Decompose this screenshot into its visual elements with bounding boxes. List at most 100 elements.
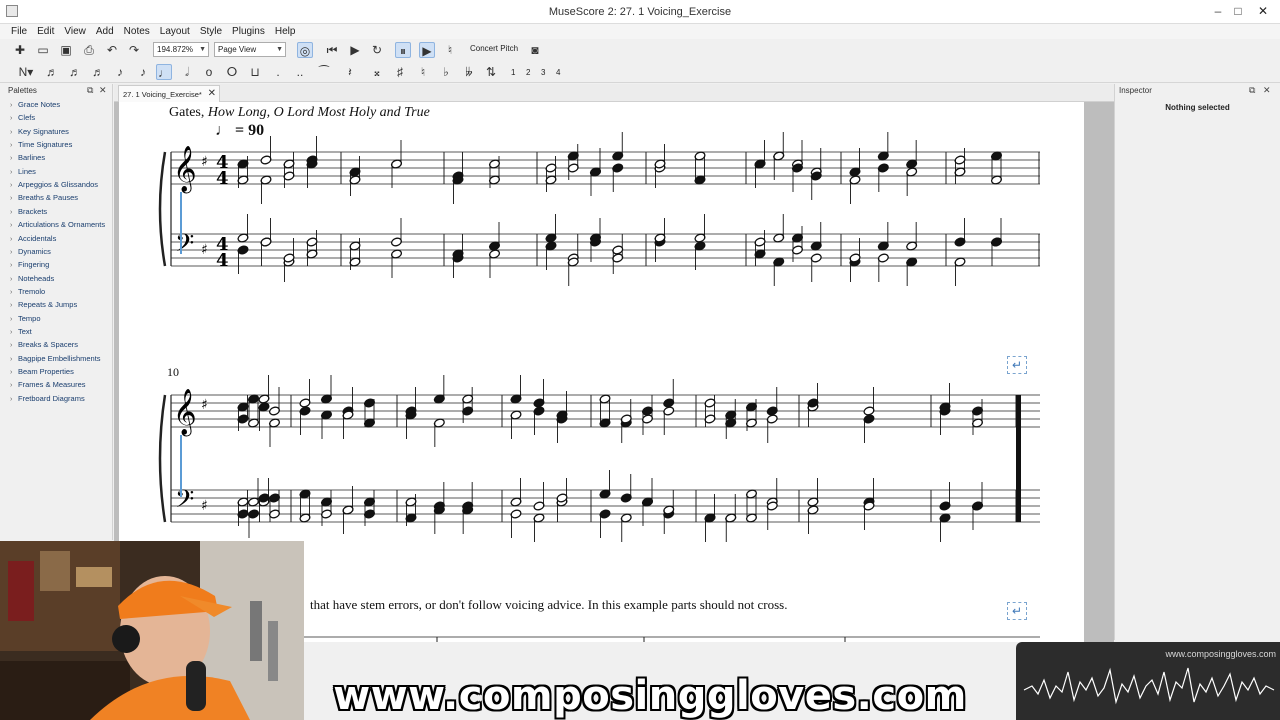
- palette-item-grace-notes[interactable]: › Grace Notes: [10, 100, 60, 109]
- undo-icon[interactable]: ↶: [104, 42, 120, 58]
- palette-item-tempo[interactable]: › Tempo: [10, 314, 41, 323]
- voice-2-button[interactable]: 2: [526, 68, 530, 77]
- palette-item-barlines[interactable]: › Barlines: [10, 153, 45, 162]
- tie-icon[interactable]: ⁀: [316, 64, 332, 80]
- 16th-note-icon[interactable]: ♬: [90, 64, 106, 80]
- palette-item-time-signatures[interactable]: › Time Signatures: [10, 140, 72, 149]
- palette-item-articulations-ornaments[interactable]: › Articulations & Ornaments: [10, 220, 105, 229]
- view-mode-select[interactable]: Page View ▼: [214, 42, 286, 57]
- natural-icon[interactable]: ♮: [415, 64, 431, 80]
- pan-score-icon[interactable]: ▶: [419, 42, 435, 58]
- palette-item-fretboard-diagrams[interactable]: › Fretboard Diagrams: [10, 394, 85, 403]
- palette-item-noteheads[interactable]: › Noteheads: [10, 274, 54, 283]
- eighth-alt-note-icon[interactable]: ♪: [135, 64, 151, 80]
- menu-notes[interactable]: Notes: [119, 26, 155, 37]
- quarter-note-icon[interactable]: ♩: [156, 64, 172, 80]
- system-2-key-sig: ♯: [201, 397, 208, 413]
- menu-plugins[interactable]: Plugins: [227, 26, 270, 37]
- 32nd-note-icon[interactable]: ♬: [67, 64, 83, 80]
- redo-icon[interactable]: ↷: [126, 42, 142, 58]
- longa-note-icon[interactable]: ⊔: [247, 64, 263, 80]
- mixer-icon[interactable]: ♮: [442, 42, 458, 58]
- playback-cursor-icon[interactable]: ◎: [297, 42, 313, 58]
- close-tab-icon[interactable]: ✕: [208, 88, 216, 99]
- float-panel-icon[interactable]: ⧉: [87, 85, 93, 96]
- new-score-icon[interactable]: ✚: [12, 42, 28, 58]
- flat-icon[interactable]: ♭: [438, 64, 454, 80]
- score-tab[interactable]: 27. 1 Voicing_Exercise* ✕: [118, 85, 220, 102]
- close-window-button[interactable]: ✕: [1250, 3, 1276, 19]
- palette-item-clefs[interactable]: › Clefs: [10, 113, 35, 122]
- line-break-icon-2[interactable]: ↵: [1007, 602, 1027, 620]
- menu-view[interactable]: View: [59, 26, 91, 37]
- palette-item-brackets[interactable]: › Brackets: [10, 207, 47, 216]
- open-file-icon[interactable]: ▭: [35, 42, 51, 58]
- chevron-right-icon: ›: [10, 208, 13, 216]
- file-toolbar: ✚ ▭ ▣ ⎙ ↶ ↷ 194.872% ▼ Page View ▼ ◎ ⏮ ▶ ↻…: [0, 39, 1280, 61]
- palette-item-label: Lines: [18, 166, 36, 176]
- whole-note-icon[interactable]: o: [201, 64, 217, 80]
- flip-direction-icon[interactable]: ⇅: [483, 64, 499, 80]
- close-panel-icon[interactable]: ✕: [1263, 85, 1271, 96]
- palette-item-key-signatures[interactable]: › Key Signatures: [10, 127, 69, 136]
- chevron-right-icon: ›: [10, 155, 13, 163]
- palette-item-accidentals[interactable]: › Accidentals: [10, 234, 56, 243]
- camera-icon[interactable]: ◙: [527, 42, 543, 58]
- maximize-button[interactable]: □: [1228, 3, 1248, 19]
- palette-item-tremolo[interactable]: › Tremolo: [10, 287, 45, 296]
- play-icon[interactable]: ▶: [347, 42, 363, 58]
- menu-help[interactable]: Help: [270, 26, 301, 37]
- palette-item-bagpipe-embellishments[interactable]: › Bagpipe Embellishments: [10, 354, 101, 363]
- voice-3-button[interactable]: 3: [541, 68, 545, 77]
- system-2-key-sig-bass: ♯: [201, 498, 208, 514]
- note-input-mode-icon[interactable]: N▾: [14, 64, 38, 80]
- menu-add[interactable]: Add: [91, 26, 119, 37]
- chevron-right-icon: ›: [10, 195, 13, 203]
- palette-item-breaths-pauses[interactable]: › Breaths & Pauses: [10, 193, 78, 202]
- palette-item-dynamics[interactable]: › Dynamics: [10, 247, 51, 256]
- voice-1-button[interactable]: 1: [511, 68, 515, 77]
- double-dot-icon[interactable]: ..: [292, 64, 308, 80]
- zoom-select[interactable]: 194.872% ▼: [153, 42, 209, 57]
- palette-item-fingering[interactable]: › Fingering: [10, 260, 49, 269]
- double-sharp-icon[interactable]: 𝄪: [369, 64, 385, 80]
- rewind-icon[interactable]: ⏮: [324, 42, 340, 58]
- webcam-overlay: [0, 541, 304, 720]
- print-icon[interactable]: ⎙: [81, 42, 97, 58]
- palette-item-beam-properties[interactable]: › Beam Properties: [10, 367, 74, 376]
- palette-item-label: Dynamics: [18, 246, 51, 256]
- website-banner: www.composinggloves.com: [333, 673, 967, 719]
- save-icon[interactable]: ▣: [58, 42, 74, 58]
- voice-4-button[interactable]: 4: [556, 68, 560, 77]
- rest-icon[interactable]: 𝄽: [342, 64, 358, 80]
- palette-item-lines[interactable]: › Lines: [10, 167, 36, 176]
- concert-pitch-toggle[interactable]: Concert Pitch: [470, 44, 518, 53]
- system-1-key-sig-bass: ♯: [201, 242, 208, 258]
- palette-item-frames-measures[interactable]: › Frames & Measures: [10, 380, 86, 389]
- chevron-right-icon: ›: [10, 235, 13, 243]
- menu-file[interactable]: File: [6, 26, 32, 37]
- palette-item-arpeggios-glissandos[interactable]: › Arpeggios & Glissandos: [10, 180, 98, 189]
- double-flat-icon[interactable]: 𝄫: [461, 64, 477, 80]
- half-note-icon[interactable]: 𝅗𝅥: [179, 64, 195, 80]
- line-break-icon[interactable]: ↵: [1007, 356, 1027, 374]
- augmentation-dot-icon[interactable]: .: [270, 64, 286, 80]
- menu-style[interactable]: Style: [195, 26, 227, 37]
- 64th-note-icon[interactable]: ♬: [44, 64, 60, 80]
- metronome-icon[interactable]: ⏸: [395, 42, 411, 58]
- palette-item-breaks-spacers[interactable]: › Breaks & Spacers: [10, 340, 78, 349]
- palette-item-repeats-jumps[interactable]: › Repeats & Jumps: [10, 300, 77, 309]
- system-2-bass-clef: 𝄢: [175, 485, 194, 520]
- minimize-button[interactable]: –: [1208, 3, 1228, 19]
- palette-item-label: Tremolo: [18, 286, 46, 296]
- palette-item-text[interactable]: › Text: [10, 327, 32, 336]
- sharp-icon[interactable]: ♯: [392, 64, 408, 80]
- close-panel-icon[interactable]: ✕: [99, 85, 107, 96]
- menu-edit[interactable]: Edit: [32, 26, 59, 37]
- loop-icon[interactable]: ↻: [369, 42, 385, 58]
- window-title: MuseScore 2: 27. 1 Voicing_Exercise: [548, 6, 732, 18]
- menu-layout[interactable]: Layout: [155, 26, 195, 37]
- eighth-note-icon[interactable]: ♪: [112, 64, 128, 80]
- float-panel-icon[interactable]: ⧉: [1249, 85, 1255, 96]
- double-whole-note-icon[interactable]: ⵔ: [224, 64, 240, 80]
